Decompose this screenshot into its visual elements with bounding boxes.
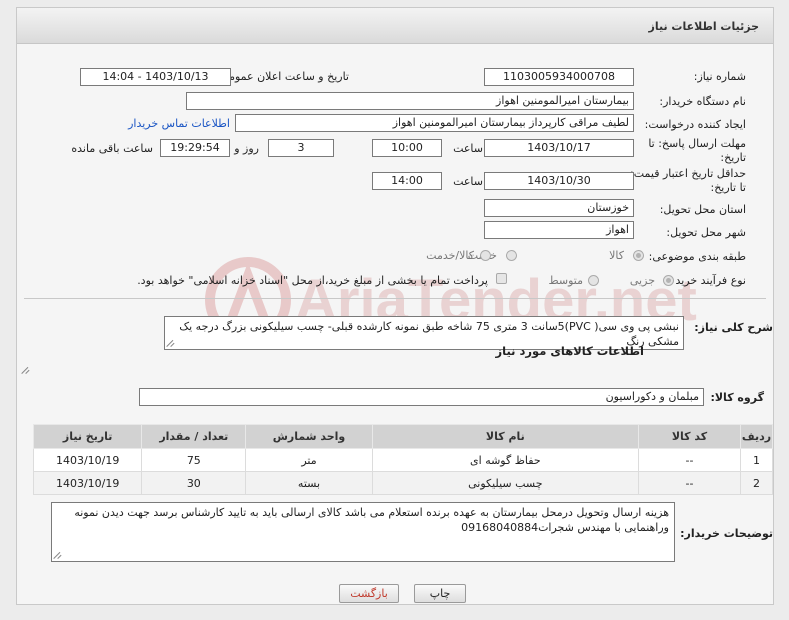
col-date: تاریخ نیاز (32, 424, 143, 449)
category-service-radio[interactable] (506, 250, 517, 261)
category-both-radio[interactable] (480, 250, 491, 261)
price-validity-time-field: 14:00 (372, 172, 442, 190)
cell-name: چسب سیلیکونی (371, 471, 640, 495)
back-button[interactable]: بازگشت (339, 584, 399, 603)
remaining-time-field: 19:29:54 (160, 139, 230, 157)
requester-label: ایجاد کننده درخواست: (644, 118, 746, 131)
requester-field: لطیف مراقی کارپرداز بیمارستان امیرالمومن… (235, 114, 634, 132)
cell-date: 1403/10/19 (32, 471, 143, 495)
goods-group-label: گروه کالا: (710, 391, 764, 404)
need-number-field: 1103005934000708 (484, 68, 634, 86)
category-both-label: کالا/خدمت (426, 249, 474, 262)
city-field: اهواز (484, 221, 634, 239)
cell-row: 1 (739, 448, 774, 472)
reply-time-field: 10:00 (372, 139, 442, 157)
price-validity-label: حداقل تاریخ اعتبار قیمت: تا تاریخ: (630, 167, 746, 194)
print-button[interactable]: چاپ (414, 584, 466, 603)
cell-unit: بسته (245, 471, 373, 495)
category-goods-radio[interactable] (633, 250, 644, 261)
days-field: 3 (268, 139, 334, 157)
buyer-notes-textarea[interactable]: هزینه ارسال وتحویل درمحل بیمارستان به عه… (51, 502, 675, 562)
remaining-label: ساعت باقی مانده (71, 142, 153, 155)
treasury-payment-checkbox[interactable] (496, 273, 507, 284)
divider (24, 298, 766, 299)
process-label: نوع فرآیند خرید : (668, 274, 746, 287)
cell-date: 1403/10/19 (32, 448, 143, 472)
description-label: شرح کلی نیاز: (694, 321, 773, 334)
buyer-notes-label: توضیحات خریدار: (680, 527, 773, 540)
buyer-org-field: بیمارستان امیرالمومنین اهواز (186, 92, 634, 110)
goods-table: ردیف کد کالا نام کالا واحد شمارش تعداد /… (32, 424, 774, 495)
announce-datetime-field: 1403/10/13 - 14:04 (80, 68, 231, 86)
table-row[interactable]: 1 -- حفاظ گوشه ای متر 75 1403/10/19 (32, 448, 774, 472)
panel-header: جزئیات اطلاعات نیاز (17, 8, 773, 44)
cell-qty: 75 (141, 448, 247, 472)
goods-section-title: اطلاعات کالاهای مورد نیاز (495, 344, 644, 358)
cell-code: -- (638, 448, 741, 472)
province-field: خوزستان (484, 199, 634, 217)
category-goods-label: کالا (609, 249, 624, 262)
process-minor-label: جزیی (629, 274, 655, 287)
resize-handle-icon[interactable] (167, 338, 176, 347)
need-number-label: شماره نیاز: (693, 70, 746, 83)
reply-date-field: 1403/10/17 (484, 139, 634, 157)
category-label: طبقه بندی موضوعی: (648, 250, 746, 263)
buyer-contact-link[interactable]: اطلاعات تماس خریدار (128, 117, 230, 130)
process-medium-radio[interactable] (588, 275, 599, 286)
cell-name: حفاظ گوشه ای (371, 448, 640, 472)
table-header-row: ردیف کد کالا نام کالا واحد شمارش تعداد /… (32, 424, 774, 449)
cell-unit: متر (245, 448, 373, 472)
days-label: روز و (234, 142, 259, 155)
price-validity-date-field: 1403/10/30 (484, 172, 634, 190)
resize-handle-icon[interactable] (54, 550, 63, 559)
col-code: کد کالا (638, 424, 741, 449)
treasury-payment-note: پرداخت تمام یا بخشی از مبلغ خرید،از محل … (137, 274, 488, 287)
resize-handle-icon (22, 365, 31, 374)
col-name: نام کالا (371, 424, 640, 449)
reply-time-label: ساعت (453, 142, 483, 155)
announce-label: تاریخ و ساعت اعلان عمومی: (216, 70, 349, 83)
cell-qty: 30 (141, 471, 247, 495)
cell-row: 2 (739, 471, 774, 495)
price-time-label: ساعت (453, 175, 483, 188)
page-title: جزئیات اطلاعات نیاز (648, 20, 760, 33)
goods-group-field: مبلمان و دکوراسیون (139, 388, 704, 406)
process-medium-label: متوسط (548, 274, 583, 287)
col-unit: واحد شمارش (245, 424, 373, 449)
cell-code: -- (638, 471, 741, 495)
col-row: ردیف (739, 424, 774, 449)
buyer-org-label: نام دستگاه خریدار: (659, 95, 746, 108)
process-minor-radio[interactable] (663, 275, 674, 286)
reply-deadline-label: مهلت ارسال پاسخ: تا تاریخ: (648, 137, 746, 164)
col-qty: تعداد / مقدار (141, 424, 247, 449)
province-label: استان محل تحویل: (659, 203, 746, 216)
city-label: شهر محل تحویل: (666, 226, 746, 239)
table-row[interactable]: 2 -- چسب سیلیکونی بسته 30 1403/10/19 (32, 471, 774, 495)
